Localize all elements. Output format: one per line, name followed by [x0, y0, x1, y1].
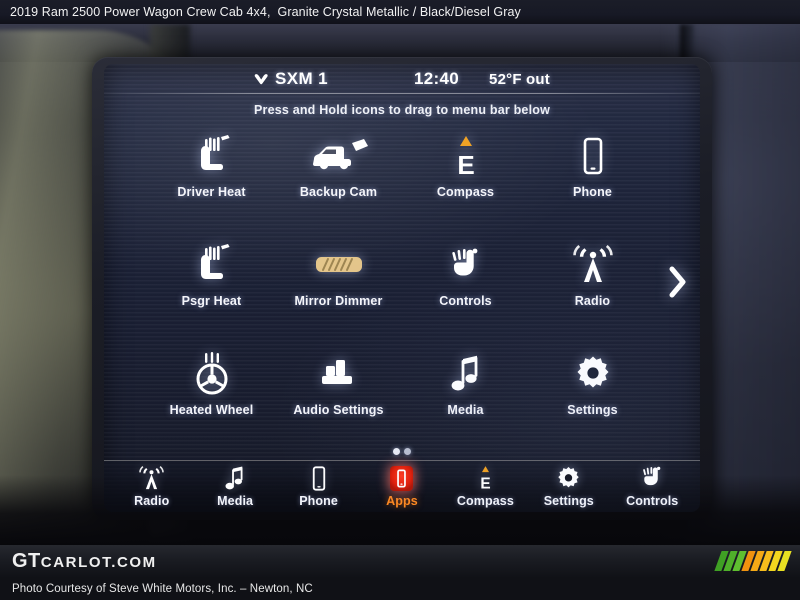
app-tile-controls[interactable]: Controls — [402, 238, 529, 347]
apps-red-tile — [390, 465, 414, 491]
app-tile-settings[interactable]: Settings — [529, 347, 656, 456]
status-outside-temp: 52°F out — [489, 70, 550, 88]
menu-item-label: Controls — [626, 493, 679, 508]
app-label: Driver Heat — [177, 185, 246, 199]
menu-item-label: Compass — [456, 493, 514, 508]
screenshot-root: 2019 Ram 2500 Power Wagon Crew Cab 4x4, G… — [0, 0, 800, 600]
app-tile-compass[interactable]: E Compass — [402, 129, 529, 238]
app-label: Psgr Heat — [181, 294, 242, 308]
svg-text:E: E — [457, 150, 474, 178]
app-tile-mirror-dimmer[interactable]: Mirror Dimmer — [275, 238, 402, 347]
app-tile-radio[interactable]: Radio — [529, 238, 656, 347]
compass-east-icon: E — [435, 133, 497, 179]
radio-antenna-icon — [562, 242, 624, 288]
menu-item-controls[interactable]: Controls — [611, 466, 694, 508]
menu-item-radio[interactable]: Radio — [110, 465, 193, 508]
status-clock: 12:40 — [414, 69, 460, 88]
backup-camera-truck-icon — [308, 133, 370, 179]
chevron-right-icon — [669, 266, 686, 298]
menu-item-label: Radio — [134, 493, 170, 508]
equalizer-icon — [308, 351, 370, 397]
compass-east-icon: E — [468, 466, 502, 491]
app-tile-audio-settings[interactable]: Audio Settings — [275, 347, 402, 456]
status-bar-divider — [104, 93, 700, 94]
audio-source-label: SXM 1 — [275, 69, 329, 88]
menu-item-label: Apps — [386, 493, 418, 508]
bottom-menu-bar: Radio Media Phone Apps E Compass Setting… — [104, 460, 700, 512]
menu-item-label: Settings — [543, 493, 594, 508]
app-label: Heated Wheel — [169, 403, 254, 417]
app-label: Audio Settings — [293, 403, 384, 417]
sxm-logo-icon — [254, 74, 268, 85]
app-label: Settings — [567, 403, 618, 417]
apps-tile-icon — [385, 465, 419, 491]
app-tile-media[interactable]: Media — [402, 347, 529, 456]
app-grid: Driver Heat Backup Cam E Compass Phone P… — [104, 129, 700, 456]
app-tile-psgr-heat[interactable]: Psgr Heat — [148, 238, 275, 347]
app-tile-phone[interactable]: Phone — [529, 129, 656, 238]
site-logo-gt: GT — [12, 550, 41, 572]
app-tile-heated-wheel[interactable]: Heated Wheel — [148, 347, 275, 456]
gear-icon — [552, 466, 586, 491]
music-note-icon — [218, 466, 252, 491]
music-note-icon — [435, 351, 497, 397]
menu-item-label: Media — [217, 493, 254, 508]
vehicle-name: 2019 Ram 2500 Power Wagon Crew Cab 4x4, — [10, 5, 271, 19]
phone-icon — [562, 133, 624, 179]
gear-icon — [562, 351, 624, 397]
rearview-mirror-icon — [308, 242, 370, 288]
app-label: Compass — [436, 185, 495, 199]
app-label: Mirror Dimmer — [294, 294, 383, 308]
uconnect-screen[interactable]: SXM 1 12:40 52°F out Press and Hold icon… — [104, 64, 700, 512]
phone-icon — [302, 465, 336, 491]
controls-hand-icon — [435, 242, 497, 288]
app-label: Phone — [573, 185, 612, 199]
app-label: Backup Cam — [299, 185, 378, 199]
site-logo: GTCARLOT.COM — [12, 550, 157, 573]
photo-credit-bar: Photo Courtesy of Steve White Motors, In… — [0, 578, 800, 600]
page-dot[interactable] — [404, 448, 411, 455]
steering-wheel-heat-icon — [181, 351, 243, 397]
audio-source-indicator[interactable]: SXM 1 — [254, 69, 328, 89]
site-watermark-bar: GTCARLOT.COM — [0, 545, 800, 578]
dashboard-photo: SXM 1 12:40 52°F out Press and Hold icon… — [0, 24, 800, 545]
menu-item-label: Phone — [299, 493, 338, 508]
radio-antenna-icon — [135, 465, 169, 491]
menu-item-apps[interactable]: Apps — [360, 465, 443, 508]
site-logo-rest: CARLOT.COM — [40, 554, 157, 571]
status-bar: SXM 1 12:40 52°F out — [104, 64, 700, 94]
menu-item-compass[interactable]: E Compass — [444, 466, 527, 508]
app-label: Controls — [439, 294, 492, 308]
seat-heat-icon — [181, 242, 243, 288]
drag-hint-text: Press and Hold icons to drag to menu bar… — [253, 103, 551, 117]
logo-stripes — [714, 551, 792, 571]
app-label: Media — [447, 403, 484, 417]
vehicle-caption: 2019 Ram 2500 Power Wagon Crew Cab 4x4, G… — [10, 5, 521, 19]
next-page-button[interactable] — [660, 260, 694, 304]
photo-credit: Photo Courtesy of Steve White Motors, In… — [12, 583, 313, 595]
app-tile-backup-cam[interactable]: Backup Cam — [275, 129, 402, 238]
page-dot-active[interactable] — [393, 448, 400, 455]
page-indicator[interactable] — [104, 448, 700, 455]
app-tile-driver-heat[interactable]: Driver Heat — [148, 129, 275, 238]
menu-item-settings[interactable]: Settings — [527, 466, 610, 508]
seat-heat-icon — [181, 133, 243, 179]
svg-text:E: E — [480, 476, 490, 491]
menu-item-media[interactable]: Media — [193, 466, 276, 508]
vehicle-colors: Granite Crystal Metallic / Black/Diesel … — [277, 5, 521, 19]
menu-item-phone[interactable]: Phone — [277, 465, 360, 508]
controls-hand-icon — [635, 466, 669, 491]
app-label: Radio — [574, 294, 611, 308]
vehicle-caption-bar: 2019 Ram 2500 Power Wagon Crew Cab 4x4, G… — [0, 0, 800, 24]
